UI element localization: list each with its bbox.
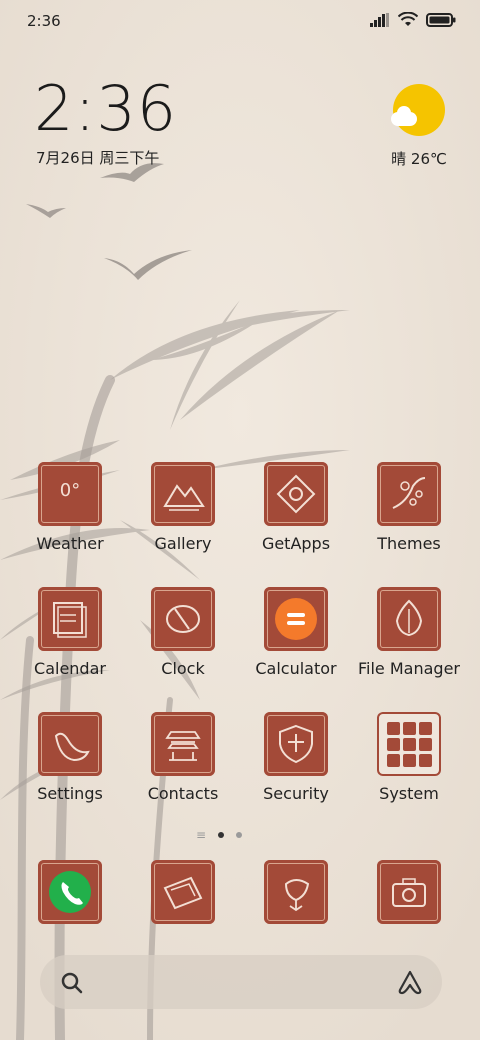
app-label: Settings — [37, 784, 103, 803]
folder-icon — [377, 712, 441, 776]
app-calculator[interactable]: Calculator — [241, 587, 351, 678]
clock-widget-date: 7月26日 周三下午 — [36, 149, 160, 167]
security-icon — [264, 712, 328, 776]
weather-widget[interactable]: 晴 26℃ — [384, 80, 454, 169]
dock-browser[interactable] — [241, 860, 351, 924]
app-label: File Manager — [358, 659, 460, 678]
app-file-manager[interactable]: File Manager — [354, 587, 464, 678]
app-label: Weather — [36, 534, 104, 553]
phone-icon — [38, 860, 102, 924]
app-label: Contacts — [147, 784, 219, 803]
status-time: 2:36 — [27, 12, 61, 30]
clock-icon — [151, 587, 215, 651]
search-icon[interactable] — [60, 971, 84, 995]
page-dot-1[interactable] — [218, 832, 225, 838]
themes-icon — [377, 462, 441, 526]
app-label: GetApps — [261, 534, 331, 553]
page-list-icon[interactable]: ≡ — [196, 829, 206, 841]
signal-icon — [370, 12, 389, 27]
page-indicator[interactable]: ≡ — [196, 829, 243, 841]
app-calendar[interactable]: Calendar — [15, 587, 125, 678]
app-label: Gallery — [154, 534, 212, 553]
browser-icon — [264, 860, 328, 924]
weather-widget-text: 晴 26℃ — [391, 150, 447, 168]
sunny-icon — [391, 84, 445, 136]
folder-system[interactable]: System — [354, 712, 464, 803]
app-label: Calendar — [34, 659, 106, 678]
app-label: Themes — [377, 534, 441, 553]
weather-icon: 0° — [38, 462, 102, 526]
calendar-icon — [38, 587, 102, 651]
app-getapps[interactable]: GetApps — [241, 462, 351, 553]
status-bar: 2:36 — [0, 0, 480, 40]
getapps-icon — [264, 462, 328, 526]
messages-icon — [151, 860, 215, 924]
battery-icon — [426, 12, 456, 27]
page-dot-2[interactable] — [236, 832, 243, 838]
app-clock[interactable]: Clock — [128, 587, 238, 678]
calculator-icon — [264, 587, 328, 651]
app-label: Clock — [161, 659, 205, 678]
app-weather[interactable]: 0° Weather — [15, 462, 125, 553]
dock-camera[interactable] — [354, 860, 464, 924]
app-label: System — [379, 784, 439, 803]
dock-messages[interactable] — [128, 860, 238, 924]
app-themes[interactable]: Themes — [354, 462, 464, 553]
assistant-icon[interactable] — [396, 969, 424, 995]
app-contacts[interactable]: Contacts — [128, 712, 238, 803]
clock-widget-time[interactable]: 2:36 — [34, 78, 177, 140]
app-security[interactable]: Security — [241, 712, 351, 803]
dock-phone[interactable] — [15, 860, 125, 924]
file-manager-icon — [377, 587, 441, 651]
camera-icon — [377, 860, 441, 924]
wifi-icon — [398, 12, 418, 26]
app-settings[interactable]: Settings — [15, 712, 125, 803]
contacts-icon — [151, 712, 215, 776]
app-label: Security — [263, 784, 329, 803]
app-label: Calculator — [255, 659, 337, 678]
settings-icon — [38, 712, 102, 776]
search-bar[interactable] — [40, 955, 442, 1009]
app-gallery[interactable]: Gallery — [128, 462, 238, 553]
weather-tile-text: 0° — [59, 480, 81, 501]
gallery-icon — [151, 462, 215, 526]
status-icons — [370, 12, 456, 27]
